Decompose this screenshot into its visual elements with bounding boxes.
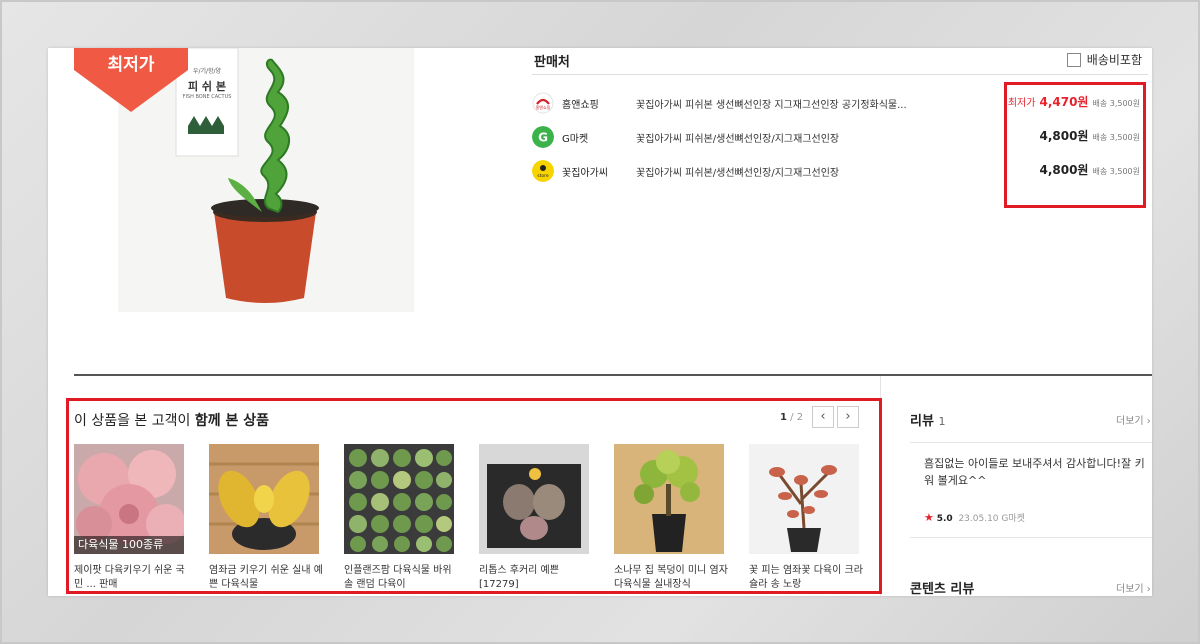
seller-product-name[interactable]: 꽃집아가씨 피쉬본/생선뼈선인장/지그재그선인장 xyxy=(636,164,839,179)
ship-include-checkbox[interactable]: 배송비포함 xyxy=(1066,51,1142,68)
review-meta: ★ 5.0 23.05.10 G마켓 xyxy=(924,511,1025,524)
price-highlight-box xyxy=(1004,82,1146,208)
product-page: 우/기/항/양 피 쉬 본 FISH BONE CACTUS 최저가 판매처 배… xyxy=(48,48,1152,596)
review-text: 흠집없는 아이들로 보내주셔서 감사합니다!잘 키워 볼게요^^ xyxy=(924,457,1145,487)
review-rating: 5.0 xyxy=(936,514,953,524)
naver-store-logo-icon: store xyxy=(532,160,554,182)
section-divider xyxy=(74,374,1152,376)
review-count: 1 xyxy=(938,415,946,428)
svg-text:G: G xyxy=(538,131,548,145)
related-highlight-box xyxy=(66,398,882,594)
seller-name[interactable]: 꽃집아가씨 xyxy=(562,164,608,179)
svg-text:store: store xyxy=(537,173,549,179)
review-source: G마켓 xyxy=(1001,514,1025,524)
review-date: 23.05.10 xyxy=(958,514,999,524)
svg-text:홈앤쇼핑: 홈앤쇼핑 xyxy=(536,104,551,110)
star-icon: ★ xyxy=(924,511,934,524)
ship-include-label: 배송비포함 xyxy=(1086,53,1142,67)
review-more-link[interactable]: 더보기 › xyxy=(1116,412,1151,427)
seller-product-name[interactable]: 꽃집아가씨 피쉬본/생선뼈선인장/지그재그선인장 xyxy=(636,130,839,145)
seller-name[interactable]: G마켓 xyxy=(562,130,588,145)
content-review-more-link[interactable]: 더보기 › xyxy=(1116,580,1151,595)
content-review-title: 콘텐츠 리뷰 xyxy=(910,582,975,596)
seller-product-name[interactable]: 꽃집아가씨 피쉬본 생선뼈선인장 지그재그선인장 공기정화식물... xyxy=(636,96,907,111)
seller-table-header: 판매처 배송비포함 xyxy=(532,48,1148,75)
gmarket-logo-icon: G xyxy=(532,126,554,148)
badge-label: 최저가 xyxy=(107,55,155,75)
seller-name[interactable]: 홈앤쇼핑 xyxy=(562,96,599,111)
review-title-text: 리뷰 xyxy=(910,414,934,429)
checkbox-icon[interactable] xyxy=(1066,52,1081,67)
review-title: 리뷰 1 xyxy=(910,410,945,429)
seller-title: 판매처 xyxy=(534,55,570,70)
review-card[interactable]: 흠집없는 아이들로 보내주셔서 감사합니다!잘 키워 볼게요^^ ★ 5.0 2… xyxy=(910,442,1152,538)
homeandshopping-logo-icon: 홈앤쇼핑 xyxy=(532,92,554,114)
lowest-price-badge: 최저가 xyxy=(74,48,188,112)
